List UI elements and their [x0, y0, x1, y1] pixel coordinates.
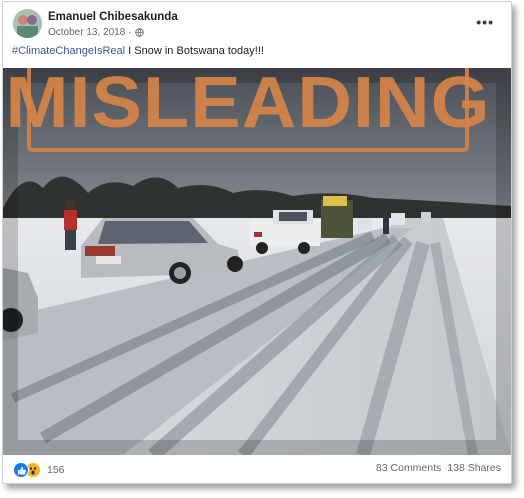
misleading-stamp: MISLEADING: [5, 68, 490, 152]
more-options-icon[interactable]: •••: [476, 14, 494, 30]
post-meta: October 13, 2018 ·: [48, 27, 144, 38]
engagement-stats: 83 Comments 138 Shares: [376, 462, 501, 474]
meta-separator: ·: [128, 27, 132, 38]
stamp-text: MISLEADING: [5, 68, 491, 143]
post-photo[interactable]: MISLEADING: [3, 68, 511, 455]
reactions-count: 156: [47, 464, 65, 476]
author-name[interactable]: Emanuel Chibesakunda: [48, 11, 178, 23]
reactions-summary[interactable]: 156: [13, 462, 65, 478]
like-icon: [13, 462, 29, 478]
facebook-post-card: Emanuel Chibesakunda October 13, 2018 · …: [2, 1, 512, 484]
hashtag-link[interactable]: #ClimateChangeIsReal: [12, 45, 125, 57]
globe-icon: [134, 28, 144, 37]
post-caption: #ClimateChangeIsReal I Snow in Botswana …: [12, 45, 264, 57]
caption-text: I Snow in Botswana today!!!: [125, 45, 264, 57]
comments-count[interactable]: 83 Comments: [376, 462, 441, 474]
avatar[interactable]: [13, 9, 42, 38]
post-footer: 156 83 Comments 138 Shares: [3, 455, 511, 483]
shares-count[interactable]: 138 Shares: [447, 462, 501, 474]
post-date[interactable]: October 13, 2018: [48, 27, 125, 38]
